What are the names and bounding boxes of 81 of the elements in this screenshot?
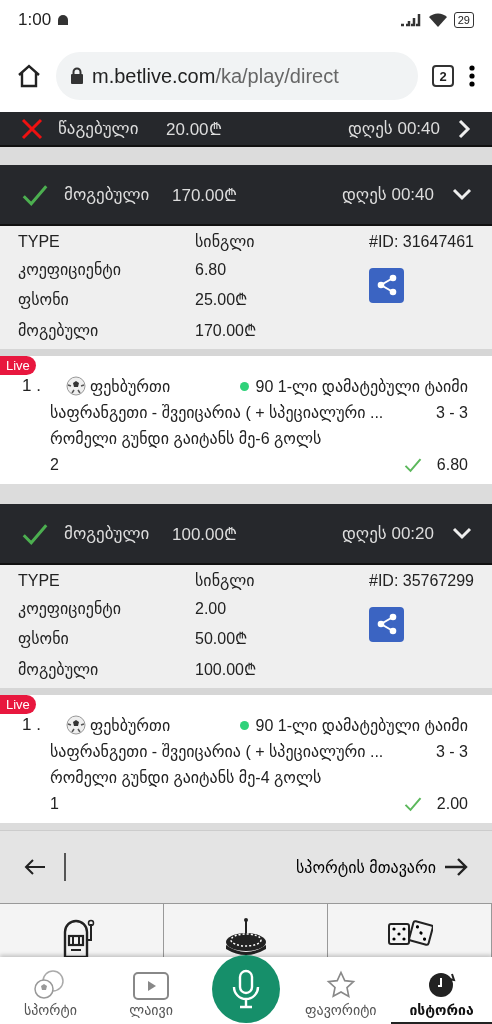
signal-icon [399,13,422,27]
url-field[interactable]: m.betlive.com/ka/play/direct [56,52,418,100]
cross-icon [20,116,44,141]
microphone-icon [231,969,261,1009]
match-period: 90 1-ლი დამატებული ტაიმი [255,376,468,396]
live-badge: Live [0,695,36,714]
detail-label: მოგებული [18,659,100,679]
dice-icon [386,918,433,948]
lock-icon [70,67,84,85]
detail-value: 170.00₾ [195,321,257,341]
detail-value: სინგლი [195,571,256,590]
bet-header[interactable]: მოგებული 100.00₾ დღეს 00:20 [0,504,492,565]
bet-amount: 100.00₾ [172,524,238,545]
bet-amount: 20.00₾ [166,119,223,140]
tab-count[interactable]: 2 [432,65,454,87]
live-dot-icon [239,381,249,391]
detail-label: TYPE [18,571,61,590]
detail-label: ფსონი [18,628,70,648]
more-icon[interactable] [468,64,476,88]
match-name: საფრანგეთი - შვეიცარია ( + სპეციალური ... [50,742,385,761]
odds-value: 2.00 [436,795,468,813]
share-icon [375,613,398,635]
live-dot-icon [239,720,249,730]
chevron-down-icon[interactable] [452,187,472,202]
next-link[interactable]: სპორტის მთავარი [296,857,468,877]
bet-amount: 170.00₾ [172,185,238,206]
chevron-down-icon[interactable] [452,526,472,541]
live-badge: Live [0,356,36,375]
bet-time: დღეს 00:20 [341,523,434,544]
match-score: 3 - 3 [436,742,468,761]
market-name: რომელი გუნდი გაიტანს მე-6 გოლს [50,429,322,448]
sport-name: ფეხბურთი [90,376,171,396]
soccer-ball-icon [66,715,86,735]
share-icon [375,274,398,296]
pick-value: 1 [50,795,60,813]
play-icon [133,972,170,1000]
bet-id: #ID: 35767299 [369,571,474,590]
bet-header[interactable]: მოგებული 170.00₾ დღეს 00:40 [0,165,492,226]
nav-tab[interactable]: ლაივი [100,957,202,1024]
bet-status: წაგებული [58,118,140,139]
clock-time: 1:00 [18,10,52,30]
soccer-ball-icon [66,376,86,396]
bet-id: #ID: 31647461 [369,232,474,251]
star-icon [324,970,357,1000]
market-name: რომელი გუნდი გაიტანს მე-4 გოლს [50,768,322,787]
nav-tab[interactable]: ისტორია [391,957,492,1024]
bet-header[interactable]: წაგებული 20.00₾ დღეს 00:40 [0,112,492,147]
detail-value: 2.00 [195,599,228,618]
bet-time: დღეს 00:40 [341,184,434,205]
share-button[interactable] [369,606,404,642]
bet-time: დღეს 00:40 [347,118,440,139]
event-index: 1 . [22,715,42,735]
pick-value: 2 [50,456,60,474]
nav-tab[interactable]: სპორტი [0,957,101,1024]
detail-value: 6.80 [195,260,228,279]
forward-arrow-icon [444,857,468,877]
back-arrow-icon[interactable] [24,858,46,876]
detail-label: კოეფიციენტი [18,599,122,618]
match-score: 3 - 3 [436,403,468,422]
chevron-right-icon[interactable] [458,118,472,139]
sport-name: ფეხბურთი [90,715,171,735]
detail-label: კოეფიციენტი [18,260,122,279]
share-button[interactable] [369,267,404,303]
home-icon[interactable] [16,63,42,89]
wifi-icon [427,12,448,28]
detail-label: მოგებული [18,320,100,340]
bet-status: მოგებული [64,184,151,205]
event-index: 1 . [22,376,42,396]
detail-label: TYPE [18,232,61,251]
odds-value: 6.80 [436,456,468,474]
detail-value: 50.00₾ [195,629,249,649]
detail-value: 100.00₾ [195,660,257,680]
detail-value: 25.00₾ [195,290,249,310]
nav-tab[interactable]: ფავორიტი [290,957,392,1024]
detail-label: ფსონი [18,289,70,309]
match-period: 90 1-ლი დამატებული ტაიმი [255,715,468,735]
detail-value: სინგლი [195,232,256,251]
url-text: m.betlive.com/ka/play/direct [92,64,339,88]
battery-level: 29 [453,12,474,28]
bet-status: მოგებული [64,523,151,544]
match-name: საფრანგეთი - შვეიცარია ( + სპეციალური ... [50,403,385,422]
